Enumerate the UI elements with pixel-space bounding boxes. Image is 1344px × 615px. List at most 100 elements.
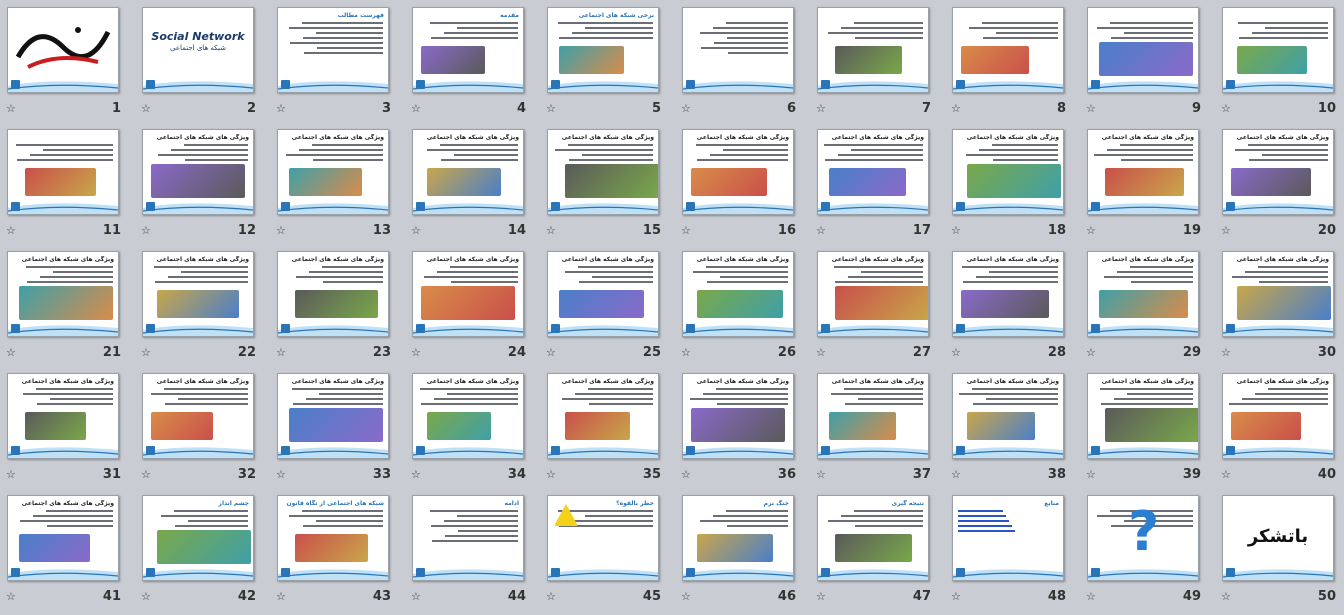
- slide-transition-star-icon[interactable]: ☆: [681, 102, 691, 115]
- slide-cell[interactable]: ویژگی های شبکه های اجتماعی ☆ 15: [540, 122, 675, 245]
- slide-thumbnail[interactable]: ویژگی های شبکه های اجتماعی: [277, 373, 389, 459]
- slide-transition-star-icon[interactable]: ☆: [276, 468, 286, 481]
- slide-thumbnail[interactable]: [1087, 7, 1199, 93]
- slide-transition-star-icon[interactable]: ☆: [546, 346, 556, 359]
- slide-thumbnail[interactable]: ویژگی های شبکه های اجتماعی: [547, 251, 659, 337]
- slide-transition-star-icon[interactable]: ☆: [411, 590, 421, 603]
- slide-cell[interactable]: ویژگی های شبکه های اجتماعی ☆ 32: [135, 366, 270, 489]
- slide-cell[interactable]: ویژگی های شبکه های اجتماعی ☆ 30: [1215, 244, 1344, 367]
- slide-thumbnail[interactable]: ویژگی های شبکه های اجتماعی: [412, 373, 524, 459]
- slide-transition-star-icon[interactable]: ☆: [1086, 346, 1096, 359]
- slide-transition-star-icon[interactable]: ☆: [681, 468, 691, 481]
- slide-transition-star-icon[interactable]: ☆: [141, 468, 151, 481]
- slide-transition-star-icon[interactable]: ☆: [816, 590, 826, 603]
- slide-transition-star-icon[interactable]: ☆: [411, 102, 421, 115]
- slide-cell[interactable]: ویژگی های شبکه های اجتماعی ☆ 38: [945, 366, 1080, 489]
- slide-thumbnail[interactable]: ?: [1087, 495, 1199, 581]
- slide-cell[interactable]: ویژگی های شبکه های اجتماعی ☆ 20: [1215, 122, 1344, 245]
- slide-thumbnail[interactable]: ویژگی های شبکه های اجتماعی: [682, 251, 794, 337]
- slide-cell[interactable]: نتیجه گیری ☆ 47: [810, 488, 945, 611]
- slide-transition-star-icon[interactable]: ☆: [816, 346, 826, 359]
- slide-transition-star-icon[interactable]: ☆: [1086, 224, 1096, 237]
- slide-cell[interactable]: فهرست مطالب ☆ 3: [270, 0, 405, 123]
- slide-cell[interactable]: ویژگی های شبکه های اجتماعی ☆ 35: [540, 366, 675, 489]
- slide-thumbnail[interactable]: ویژگی های شبکه های اجتماعی: [1087, 251, 1199, 337]
- slide-thumbnail[interactable]: ویژگی های شبکه های اجتماعی: [142, 129, 254, 215]
- slide-cell[interactable]: ویژگی های شبکه های اجتماعی ☆ 12: [135, 122, 270, 245]
- slide-transition-star-icon[interactable]: ☆: [411, 224, 421, 237]
- slide-cell[interactable]: ویژگی های شبکه های اجتماعی ☆ 29: [1080, 244, 1215, 367]
- slide-cell[interactable]: مقدمه ☆ 4: [405, 0, 540, 123]
- slide-transition-star-icon[interactable]: ☆: [1221, 590, 1231, 603]
- slide-transition-star-icon[interactable]: ☆: [951, 224, 961, 237]
- slide-cell[interactable]: ویژگی های شبکه های اجتماعی ☆ 24: [405, 244, 540, 367]
- slide-transition-star-icon[interactable]: ☆: [546, 468, 556, 481]
- slide-cell[interactable]: ☆ 8: [945, 0, 1080, 123]
- slide-cell[interactable]: ☆ 10: [1215, 0, 1344, 123]
- slide-cell[interactable]: جنگ نرم ☆ 46: [675, 488, 810, 611]
- slide-transition-star-icon[interactable]: ☆: [6, 590, 16, 603]
- slide-transition-star-icon[interactable]: ☆: [141, 590, 151, 603]
- slide-thumbnail[interactable]: ویژگی های شبکه های اجتماعی: [142, 251, 254, 337]
- slide-cell[interactable]: ☆ 7: [810, 0, 945, 123]
- slide-transition-star-icon[interactable]: ☆: [681, 590, 691, 603]
- slide-transition-star-icon[interactable]: ☆: [1221, 468, 1231, 481]
- slide-thumbnail[interactable]: فهرست مطالب: [277, 7, 389, 93]
- slide-transition-star-icon[interactable]: ☆: [141, 224, 151, 237]
- slide-thumbnail[interactable]: خطر بالقوه؟: [547, 495, 659, 581]
- slide-transition-star-icon[interactable]: ☆: [816, 224, 826, 237]
- slide-cell[interactable]: منابع ☆ 48: [945, 488, 1080, 611]
- slide-transition-star-icon[interactable]: ☆: [546, 102, 556, 115]
- slide-transition-star-icon[interactable]: ☆: [1221, 346, 1231, 359]
- slide-cell[interactable]: ویژگی های شبکه های اجتماعی ☆ 27: [810, 244, 945, 367]
- slide-transition-star-icon[interactable]: ☆: [276, 346, 286, 359]
- slide-transition-star-icon[interactable]: ☆: [546, 590, 556, 603]
- slide-thumbnail[interactable]: ویژگی های شبکه های اجتماعی: [817, 251, 929, 337]
- slide-transition-star-icon[interactable]: ☆: [681, 346, 691, 359]
- slide-thumbnail[interactable]: ویژگی های شبکه های اجتماعی: [412, 129, 524, 215]
- slide-cell[interactable]: ویژگی های شبکه های اجتماعی ☆ 17: [810, 122, 945, 245]
- slide-transition-star-icon[interactable]: ☆: [1086, 468, 1096, 481]
- slide-thumbnail[interactable]: باتشکر: [1222, 495, 1334, 581]
- slide-thumbnail[interactable]: جنگ نرم: [682, 495, 794, 581]
- slide-cell[interactable]: ویژگی های شبکه های اجتماعی ☆ 25: [540, 244, 675, 367]
- slide-transition-star-icon[interactable]: ☆: [951, 590, 961, 603]
- slide-transition-star-icon[interactable]: ☆: [1086, 102, 1096, 115]
- slide-cell[interactable]: ☆ 6: [675, 0, 810, 123]
- slide-thumbnail[interactable]: شبکه های اجتماعی از نگاه قانون: [277, 495, 389, 581]
- slide-cell[interactable]: شبکه های اجتماعی از نگاه قانون ☆ 43: [270, 488, 405, 611]
- slide-cell[interactable]: ویژگی های شبکه های اجتماعی ☆ 41: [0, 488, 135, 611]
- slide-thumbnail[interactable]: برخی شبکه های اجتماعی: [547, 7, 659, 93]
- slide-cell[interactable]: ویژگی های شبکه های اجتماعی ☆ 23: [270, 244, 405, 367]
- slide-transition-star-icon[interactable]: ☆: [816, 468, 826, 481]
- slide-thumbnail[interactable]: مقدمه: [412, 7, 524, 93]
- slide-cell[interactable]: ویژگی های شبکه های اجتماعی ☆ 26: [675, 244, 810, 367]
- slide-thumbnail[interactable]: ادامه: [412, 495, 524, 581]
- slide-thumbnail[interactable]: [7, 7, 119, 93]
- slide-transition-star-icon[interactable]: ☆: [1221, 102, 1231, 115]
- slide-transition-star-icon[interactable]: ☆: [1086, 590, 1096, 603]
- slide-transition-star-icon[interactable]: ☆: [276, 224, 286, 237]
- slide-cell[interactable]: باتشکر ☆ 50: [1215, 488, 1344, 611]
- slide-cell[interactable]: چشم انداز ☆ 42: [135, 488, 270, 611]
- slide-transition-star-icon[interactable]: ☆: [816, 102, 826, 115]
- slide-thumbnail[interactable]: ویژگی های شبکه های اجتماعی: [277, 129, 389, 215]
- slide-thumbnail[interactable]: ویژگی های شبکه های اجتماعی: [1222, 251, 1334, 337]
- slide-transition-star-icon[interactable]: ☆: [141, 346, 151, 359]
- slide-cell[interactable]: برخی شبکه های اجتماعی ☆ 5: [540, 0, 675, 123]
- slide-thumbnail[interactable]: ویژگی های شبکه های اجتماعی: [682, 129, 794, 215]
- slide-transition-star-icon[interactable]: ☆: [1221, 224, 1231, 237]
- slide-thumbnail[interactable]: ویژگی های شبکه های اجتماعی: [547, 129, 659, 215]
- slide-thumbnail[interactable]: ویژگی های شبکه های اجتماعی: [1222, 129, 1334, 215]
- slide-cell[interactable]: ویژگی های شبکه های اجتماعی ☆ 14: [405, 122, 540, 245]
- slide-cell[interactable]: ☆ 9: [1080, 0, 1215, 123]
- slide-transition-star-icon[interactable]: ☆: [6, 102, 16, 115]
- slide-thumbnail[interactable]: [682, 7, 794, 93]
- slide-cell[interactable]: ویژگی های شبکه های اجتماعی ☆ 36: [675, 366, 810, 489]
- slide-transition-star-icon[interactable]: ☆: [411, 346, 421, 359]
- slide-cell[interactable]: ویژگی های شبکه های اجتماعی ☆ 33: [270, 366, 405, 489]
- slide-thumbnail[interactable]: چشم انداز: [142, 495, 254, 581]
- slide-cell[interactable]: ویژگی های شبکه های اجتماعی ☆ 34: [405, 366, 540, 489]
- slide-cell[interactable]: Social Network شبکه های اجتماعی ☆ 2: [135, 0, 270, 123]
- slide-thumbnail[interactable]: ویژگی های شبکه های اجتماعی: [277, 251, 389, 337]
